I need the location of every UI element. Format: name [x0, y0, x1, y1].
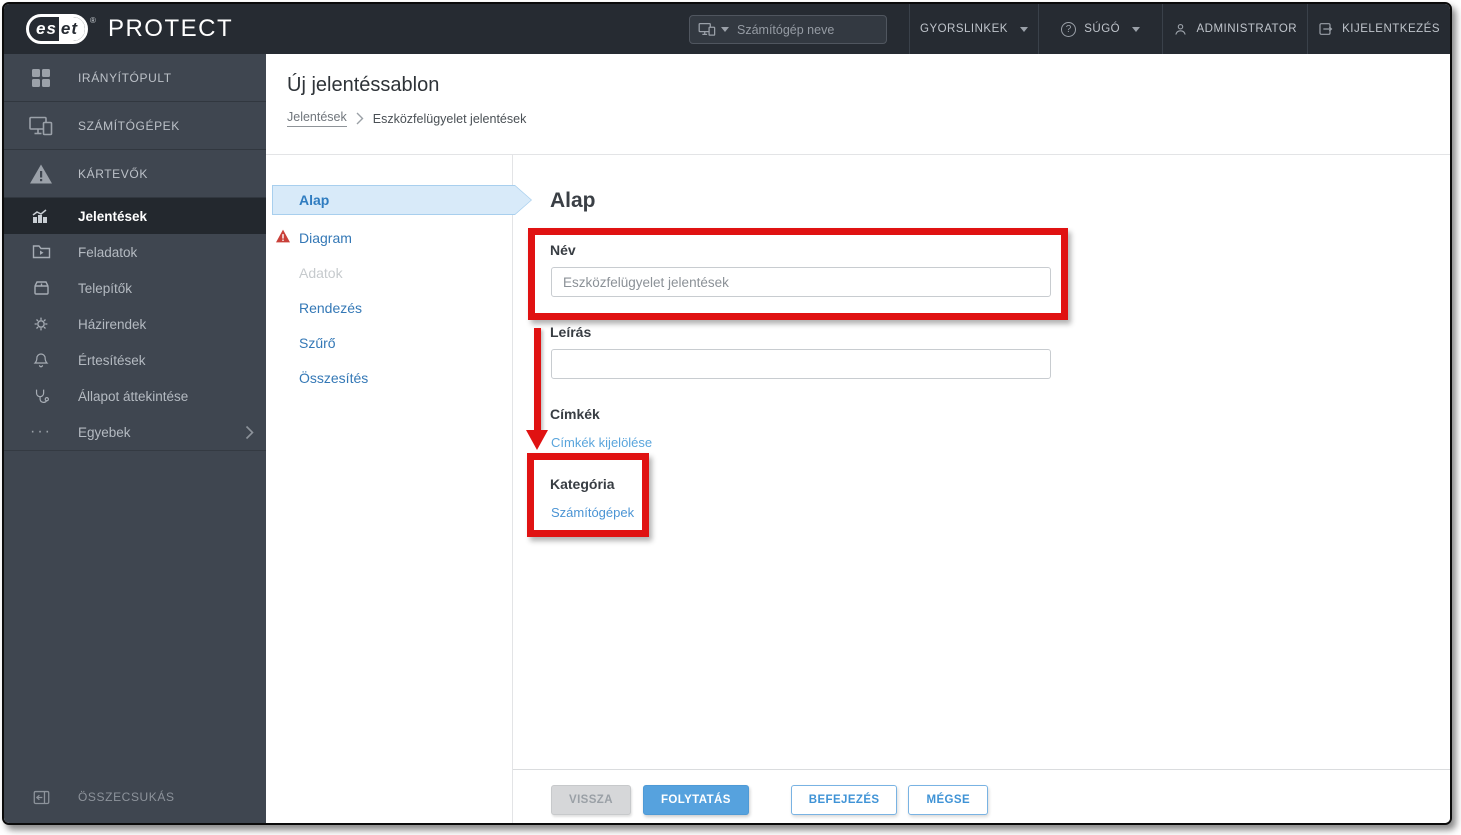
sidebar-item-reports[interactable]: Jelentések [4, 198, 266, 234]
help-icon: ? [1061, 21, 1077, 37]
app-window: eset ® PROTECT GYORSLINKEK ? SÚGÓ [2, 2, 1452, 825]
sidebar-item-dashboard[interactable]: IRÁNYÍTÓPULT [4, 54, 266, 102]
wizard-step-data: Adatok [299, 265, 343, 281]
eset-logo: es et [26, 14, 89, 44]
chevron-right-icon [356, 112, 364, 125]
chevron-down-icon [1132, 26, 1141, 32]
policies-gear-icon [4, 315, 78, 333]
status-overview-icon [4, 387, 78, 405]
page-header: Új jelentéssablon Jelentések Eszközfelüg… [266, 54, 1450, 154]
logout-button[interactable]: KIJELENTKEZÉS [1307, 4, 1450, 54]
chevron-down-icon [721, 27, 729, 32]
wizard-step-summary[interactable]: Összesítés [266, 361, 512, 396]
wizard-form: Alap Név Leírás Címkék Címkék kijelölése… [513, 155, 1450, 823]
page-title: Új jelentéssablon [287, 74, 440, 96]
threats-warning-icon [4, 163, 78, 185]
finish-button[interactable]: BEFEJEZÉS [790, 785, 898, 815]
dashboard-grid-icon [4, 66, 78, 90]
sidebar-item-more[interactable]: ··· Egyebek [4, 414, 266, 450]
continue-button[interactable]: FOLYTATÁS [642, 785, 749, 815]
main-content: Új jelentéssablon Jelentések Eszközfelüg… [266, 54, 1450, 823]
chevron-down-icon [1019, 26, 1028, 32]
sidebar-item-installers[interactable]: Telepítők [4, 270, 266, 306]
name-input[interactable] [551, 267, 1051, 297]
cancel-button[interactable]: MÉGSE [908, 785, 989, 815]
computer-icon [698, 22, 716, 36]
breadcrumb: Jelentések Eszközfelügyelet jelentések [287, 110, 526, 127]
computers-icon [4, 115, 78, 137]
select-tags-link[interactable]: Címkék kijelölése [551, 435, 652, 450]
tags-label: Címkék [550, 406, 600, 422]
error-warning-icon [275, 229, 291, 243]
user-menu[interactable]: ADMINISTRATOR [1162, 4, 1307, 54]
sidebar-submenu: Jelentések Feladatok Telepítők Házirende… [4, 198, 266, 451]
help-menu[interactable]: ? SÚGÓ [1037, 4, 1163, 54]
wizard-step-chart[interactable]: Diagram [266, 221, 512, 256]
sidebar-item-notifications[interactable]: Értesítések [4, 342, 266, 378]
sidebar-item-tasks[interactable]: Feladatok [4, 234, 266, 270]
wizard-steps: Alap Diagram Adatok Rendezés Szűrő Össze… [266, 155, 513, 823]
logout-icon [1319, 23, 1333, 35]
quicklinks-menu[interactable]: GYORSLINKEK [909, 4, 1038, 54]
topbar-menu: GYORSLINKEK ? SÚGÓ ADMINISTRATOR KIJELEN… [909, 4, 1450, 54]
wizard-step-sorting[interactable]: Rendezés [266, 291, 512, 326]
breadcrumb-parent-link[interactable]: Jelentések [287, 110, 347, 127]
wizard-step-basic[interactable]: Alap [272, 185, 532, 215]
breadcrumb-current: Eszközfelügyelet jelentések [372, 111, 527, 126]
reports-chart-icon [4, 208, 78, 225]
more-ellipsis-icon: ··· [30, 423, 52, 440]
tasks-folder-icon [4, 244, 78, 260]
notifications-bell-icon [4, 351, 78, 369]
registered-mark: ® [90, 16, 96, 25]
chevron-right-icon [245, 425, 254, 440]
sidebar: IRÁNYÍTÓPULT SZÁMÍTÓGÉPEK KÁRTEVŐK Jelen… [4, 54, 266, 823]
name-label: Név [550, 242, 576, 258]
topbar: eset ® PROTECT GYORSLINKEK ? SÚGÓ [4, 4, 1450, 54]
wizard-panel: Alap Diagram Adatok Rendezés Szűrő Össze… [266, 154, 1450, 823]
sidebar-item-computers[interactable]: SZÁMÍTÓGÉPEK [4, 102, 266, 150]
user-icon [1175, 23, 1187, 35]
annotation-arrow-head-icon [526, 430, 548, 450]
eset-protect-logo: es et ® PROTECT [4, 14, 266, 44]
sidebar-collapse-button[interactable]: ÖSSZECSUKÁS [4, 779, 266, 815]
form-heading: Alap [550, 189, 596, 212]
installers-icon [4, 280, 78, 296]
product-name: PROTECT [107, 15, 234, 42]
sidebar-item-policies[interactable]: Házirendek [4, 306, 266, 342]
sidebar-item-status-overview[interactable]: Állapot áttekintése [4, 378, 266, 414]
computer-search-box[interactable] [689, 15, 887, 44]
search-input[interactable] [737, 22, 857, 37]
collapse-icon [4, 790, 78, 805]
category-value-link[interactable]: Számítógépek [551, 505, 634, 520]
description-label: Leírás [550, 324, 592, 340]
description-input[interactable] [551, 349, 1051, 379]
wizard-step-filter[interactable]: Szűrő [266, 326, 512, 361]
wizard-footer: VISSZA FOLYTATÁS BEFEJEZÉS MÉGSE [513, 769, 1450, 823]
back-button: VISSZA [551, 785, 631, 815]
annotation-arrow-line [534, 328, 541, 430]
sidebar-item-detections[interactable]: KÁRTEVŐK [4, 150, 266, 198]
category-label: Kategória [550, 476, 615, 492]
